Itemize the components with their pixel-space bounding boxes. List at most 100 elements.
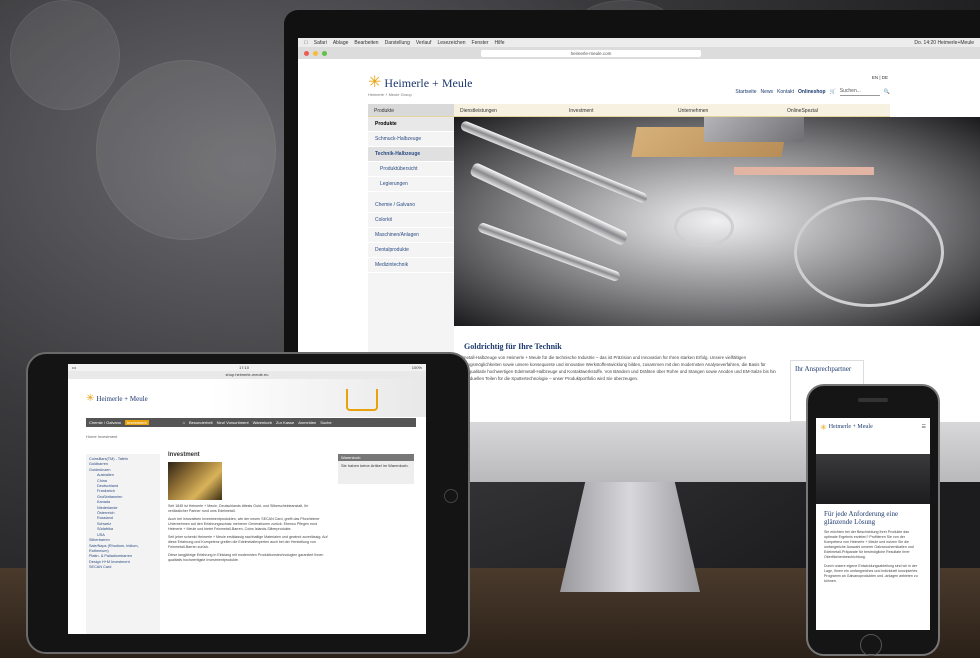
metal-ring: [674, 207, 734, 247]
sidebar-item[interactable]: Sale/Naps (Rhodium, Iridium, Ruthenium): [89, 544, 157, 555]
copper-strip: [734, 167, 874, 175]
home-link[interactable]: Startseite: [735, 89, 756, 95]
minimize-window-button[interactable]: [313, 50, 318, 56]
paragraph: Sie möchten bei der Beschichtung Ihrer P…: [824, 530, 914, 559]
shop-header: ✳ Heimerle + Meule: [68, 379, 426, 417]
ipad-home-button: [444, 489, 458, 503]
search-icon[interactable]: 🔍: [884, 89, 890, 95]
onlineshop-link[interactable]: Onlineshop: [798, 89, 826, 95]
phone-screen: ✳ Heimerle + Meule ☰ Für jede Anforderun…: [816, 418, 930, 630]
zoom-window-button[interactable]: [322, 50, 327, 56]
menu-item[interactable]: Ablage: [333, 40, 349, 46]
bokeh-light: [96, 60, 276, 240]
top-links: Startseite News Kontakt Onlineshop 🛒 Suc…: [735, 88, 890, 96]
nav-item[interactable]: Suche: [320, 420, 331, 425]
sidebar-item[interactable]: SECAN Card: [89, 565, 157, 570]
menu-item[interactable]: Fenster: [472, 40, 489, 46]
news-link[interactable]: News: [761, 89, 774, 95]
sidebar-item[interactable]: Chemie / Galvano: [368, 198, 454, 213]
nav-item[interactable]: Besonderheit: [189, 420, 213, 425]
cart-box: Warenkorb Sie haben keine Artikel im War…: [338, 454, 414, 484]
nav-item[interactable]: Anmelden: [298, 420, 316, 425]
menu-item[interactable]: Hilfe: [494, 40, 504, 46]
tablet-screen: ••• 17:10 100% shop.heimerle-meule.eu ✳ …: [68, 364, 426, 634]
menu-icon[interactable]: ☰: [922, 424, 926, 430]
cart-box-header: Warenkorb: [338, 454, 414, 461]
sidebar-header: Produkte: [368, 117, 454, 132]
hero-image: [454, 117, 980, 326]
sidebar-item[interactable]: Schmuck-Halbzeuge: [368, 132, 454, 147]
nav-item[interactable]: Chemie / Galvano: [89, 420, 121, 425]
cart-box-text: Sie haben keine Artikel im Warenkorb.: [341, 463, 409, 468]
cart-icon: [346, 389, 378, 411]
address-bar[interactable]: heimerle-meule.com: [481, 49, 701, 57]
sidebar-item[interactable]: Colorkit: [368, 213, 454, 228]
breadcrumb: Home Investment: [86, 434, 118, 439]
main-navigation: Produkte Dienstleistungen Investment Unt…: [368, 104, 890, 117]
main-content: Investment Seit 1845 ist Heimerle + Meul…: [168, 452, 328, 566]
apple-icon[interactable]: : [304, 40, 308, 46]
metal-rod: [459, 119, 649, 205]
silver-block: [704, 117, 804, 142]
close-window-button[interactable]: [304, 50, 309, 56]
menu-item[interactable]: Lesezeichen: [437, 40, 465, 46]
mac-menubar:  Safari Ablage Bearbeiten Darstellung V…: [298, 38, 980, 47]
nav-produkte[interactable]: Produkte: [368, 104, 454, 116]
nav-onlinespezial[interactable]: OnlineSpezial: [781, 104, 890, 116]
star-logo-icon: ✳: [820, 422, 827, 432]
nav-investment[interactable]: Investment: [563, 104, 672, 116]
nav-unternehmen[interactable]: Unternehmen: [672, 104, 781, 116]
wifi-icon: •••: [72, 365, 77, 370]
metal-ring: [794, 197, 944, 307]
sidebar-item[interactable]: Medizintechnik: [368, 258, 454, 273]
nav-dienstleistungen[interactable]: Dienstleistungen: [454, 104, 563, 116]
sidebar-subitem[interactable]: Legierungen: [368, 177, 454, 192]
menu-item[interactable]: Safari: [314, 40, 327, 46]
phone-header: ✳ Heimerle + Meule ☰: [816, 418, 930, 436]
product-image: [816, 454, 930, 504]
cart-icon[interactable]: 🛒: [830, 89, 836, 95]
contact-link[interactable]: Kontakt: [777, 89, 794, 95]
status-time: 17:10: [238, 365, 249, 370]
brand-logo[interactable]: Heimerle + Meule: [829, 424, 873, 430]
phone-title: Für jede Anforderung eine glänzende Lösu…: [824, 510, 899, 526]
brand-logo[interactable]: ✳ Heimerle + Meule: [86, 393, 148, 404]
sidebar-item[interactable]: Dentalprodukte: [368, 243, 454, 258]
brand-logo[interactable]: ✳ Heimerle + Meule Heimerle + Meule Grou…: [368, 74, 472, 98]
paragraph: Durch unsere eigene Entwicklungsabteilun…: [824, 564, 918, 583]
phone-home-button: [860, 634, 882, 656]
gold-bars-image: [168, 462, 222, 500]
search-input[interactable]: Suchen...: [839, 88, 880, 96]
browser-toolbar: heimerle-meule.com: [298, 47, 980, 59]
menubar-clock: Do. 14:20 Heimerle+Meule: [914, 39, 974, 46]
nav-item-active[interactable]: Investment: [125, 420, 149, 425]
shop-sidebar: CoinsBars(TM) - Tafeln Goldbarren Goldmü…: [86, 454, 160, 634]
sidebar-subitem[interactable]: Produktübersicht: [368, 162, 454, 177]
address-bar[interactable]: shop.heimerle-meule.eu: [68, 371, 426, 379]
paragraph: Auch bei innovativen Investmentprodukten…: [168, 517, 320, 531]
shop-navigation: Chemie / Galvano Investment ⌂ Besonderhe…: [86, 418, 416, 427]
tablet-statusbar: ••• 17:10 100%: [68, 364, 426, 371]
language-switch[interactable]: EN | DE: [872, 75, 888, 80]
menu-item[interactable]: Verlauf: [416, 40, 432, 46]
page-title: Investment: [168, 452, 200, 458]
star-logo-icon: ✳: [368, 74, 382, 91]
home-icon[interactable]: ⌂: [183, 420, 185, 425]
star-logo-icon: ✳: [86, 393, 95, 404]
hero-text: Edelmetall-Halbzeuge von Heimerle + Meul…: [454, 355, 776, 381]
bokeh-light: [10, 0, 120, 110]
sidebar-item-active[interactable]: Technik-Halbzeuge: [368, 147, 454, 162]
nav-item[interactable]: Warenkorb: [253, 420, 272, 425]
sidebar-item[interactable]: Maschinen/Anlagen: [368, 228, 454, 243]
menu-item[interactable]: Darstellung: [385, 40, 410, 46]
battery-level: 100%: [411, 365, 422, 370]
menu-item[interactable]: Bearbeiten: [354, 40, 378, 46]
phone-speaker: [858, 398, 888, 402]
paragraph: Diese langjährige Erfahrung in Einklang …: [168, 553, 324, 562]
nav-item[interactable]: Zur Kasse: [276, 420, 294, 425]
nav-item[interactable]: Neu! Vorsortiment: [217, 420, 249, 425]
paragraph: Seit 1845 ist Heimerle + Meule, Deutschl…: [168, 504, 309, 513]
paragraph: Seit jeher schenkt Heimerle + Meule erst…: [168, 535, 328, 549]
site-header: ✳ Heimerle + Meule Heimerle + Meule Grou…: [298, 59, 980, 104]
hero-title: Goldrichtig für Ihre Technik: [464, 342, 562, 351]
